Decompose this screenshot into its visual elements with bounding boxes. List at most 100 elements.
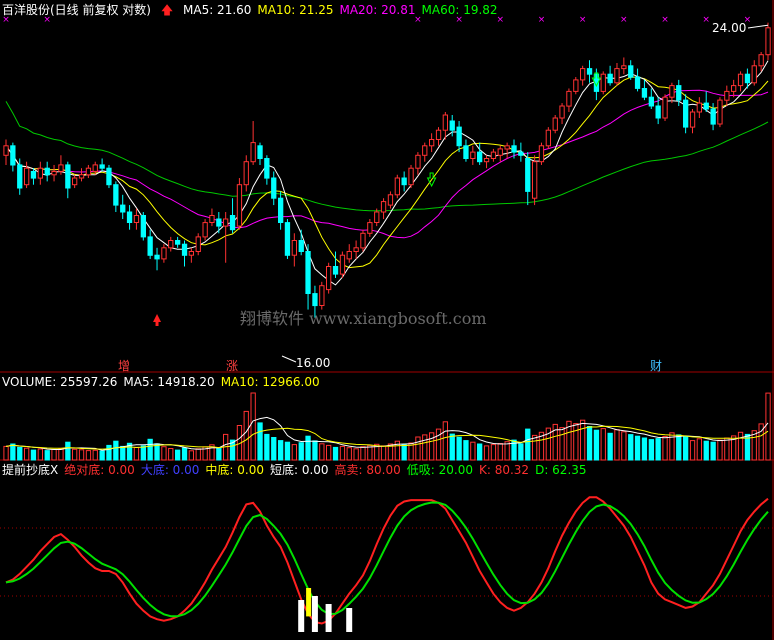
candle-94 (648, 88, 655, 109)
candle-body-60 (415, 154, 421, 169)
candle-29 (202, 219, 208, 241)
volume-bar-102 (703, 440, 709, 461)
candle-52 (360, 229, 366, 252)
candle-74 (511, 139, 517, 159)
volume-bar-99 (683, 436, 689, 461)
volume-bar-101 (696, 438, 703, 461)
volume-bar-38 (264, 433, 270, 461)
candle-body-71 (490, 151, 497, 160)
candle-body-51 (353, 247, 359, 253)
volume-bar-21 (147, 438, 153, 461)
ind-label-2: 大底: 0.00 (140, 463, 200, 477)
volume-bar-61 (422, 434, 428, 461)
candle-60 (415, 152, 421, 175)
candle-body-48 (332, 266, 339, 275)
candle-66 (456, 121, 462, 153)
candle-96 (662, 94, 668, 122)
candle-body-19 (133, 215, 140, 223)
candle-body-106 (731, 85, 737, 92)
volume-bar-105 (724, 437, 730, 461)
volume-bar-75 (518, 443, 524, 461)
candle-92 (634, 68, 641, 92)
candle-30 (209, 208, 215, 227)
candle-body-111 (765, 27, 771, 56)
candle-body-66 (456, 126, 462, 147)
candle-body-100 (689, 111, 696, 128)
candle-body-55 (380, 201, 387, 213)
up-arrow-icon: 🡅 (160, 3, 174, 17)
volume-bar-104 (717, 439, 723, 461)
volume-bars (3, 392, 771, 461)
candle-46 (319, 281, 325, 310)
volume-bar-9 (65, 441, 71, 461)
candle-24 (168, 236, 174, 252)
candle-body-41 (284, 222, 291, 256)
candle-41 (284, 219, 291, 259)
candle-body-102 (703, 102, 709, 110)
volume-bar-17 (120, 445, 126, 461)
candle-body-74 (511, 145, 517, 153)
candle-47 (326, 262, 332, 294)
candle-11 (78, 168, 85, 182)
volume-bar-27 (188, 450, 194, 461)
candle-body-73 (504, 145, 510, 150)
candle-body-94 (648, 96, 655, 107)
low-leader-line (281, 355, 297, 363)
candle-body-25 (175, 240, 181, 245)
top-x-marker-102: × (702, 15, 710, 25)
candle-body-45 (312, 293, 318, 307)
vol-label-1: MA5: 14918.20 (123, 375, 215, 389)
candle-20 (140, 212, 146, 241)
red-up-arrow-icon (153, 314, 162, 326)
candle-6 (44, 161, 50, 182)
candle-body-0 (3, 145, 9, 156)
candle-body-96 (662, 96, 668, 119)
candle-7 (51, 164, 57, 182)
candle-body-27 (188, 251, 194, 256)
candle-105 (724, 85, 730, 107)
ind-label-0: 提前抄底X (2, 463, 59, 477)
volume-bar-16 (113, 440, 119, 461)
volume-bar-14 (99, 450, 105, 461)
volume-bar-46 (319, 443, 325, 461)
candle-31 (216, 212, 222, 234)
candle-body-85 (586, 68, 593, 75)
candle-body-38 (264, 158, 270, 179)
volume-bar-94 (648, 439, 655, 461)
candle-body-4 (30, 171, 37, 179)
volume-bar-45 (312, 440, 318, 461)
candle-39 (271, 171, 277, 206)
volume-bar-35 (243, 410, 249, 461)
candle-83 (573, 77, 579, 95)
volume-bar-86 (593, 429, 600, 461)
candle-body-84 (580, 68, 586, 81)
volume-bar-87 (600, 428, 606, 461)
bottom-signal-bars (298, 588, 353, 632)
candle-body-6 (44, 167, 50, 176)
candle-19 (133, 208, 140, 230)
candle-84 (580, 65, 586, 86)
candle-91 (628, 60, 634, 80)
volume-bar-19 (133, 446, 140, 461)
candle-68 (470, 145, 476, 165)
candle-body-24 (168, 240, 174, 249)
volume-bar-7 (51, 449, 57, 461)
candle-body-109 (751, 65, 757, 84)
high-leader-line (747, 24, 769, 29)
ma20-line (5, 89, 769, 239)
candle-106 (731, 79, 737, 98)
candle-body-61 (422, 145, 428, 156)
volume-bar-5 (37, 448, 44, 461)
candle-37 (257, 142, 263, 165)
candle-89 (614, 62, 620, 86)
volume-bar-51 (353, 448, 359, 461)
volume-bar-2 (17, 446, 23, 461)
volume-bar-20 (140, 445, 146, 461)
candle-81 (559, 103, 565, 125)
candle-body-108 (744, 73, 751, 84)
volume-bar-70 (483, 445, 490, 461)
volume-bar-103 (710, 441, 716, 461)
volume-bar-22 (154, 443, 160, 461)
candle-body-9 (65, 164, 71, 189)
candle-70 (483, 155, 490, 169)
